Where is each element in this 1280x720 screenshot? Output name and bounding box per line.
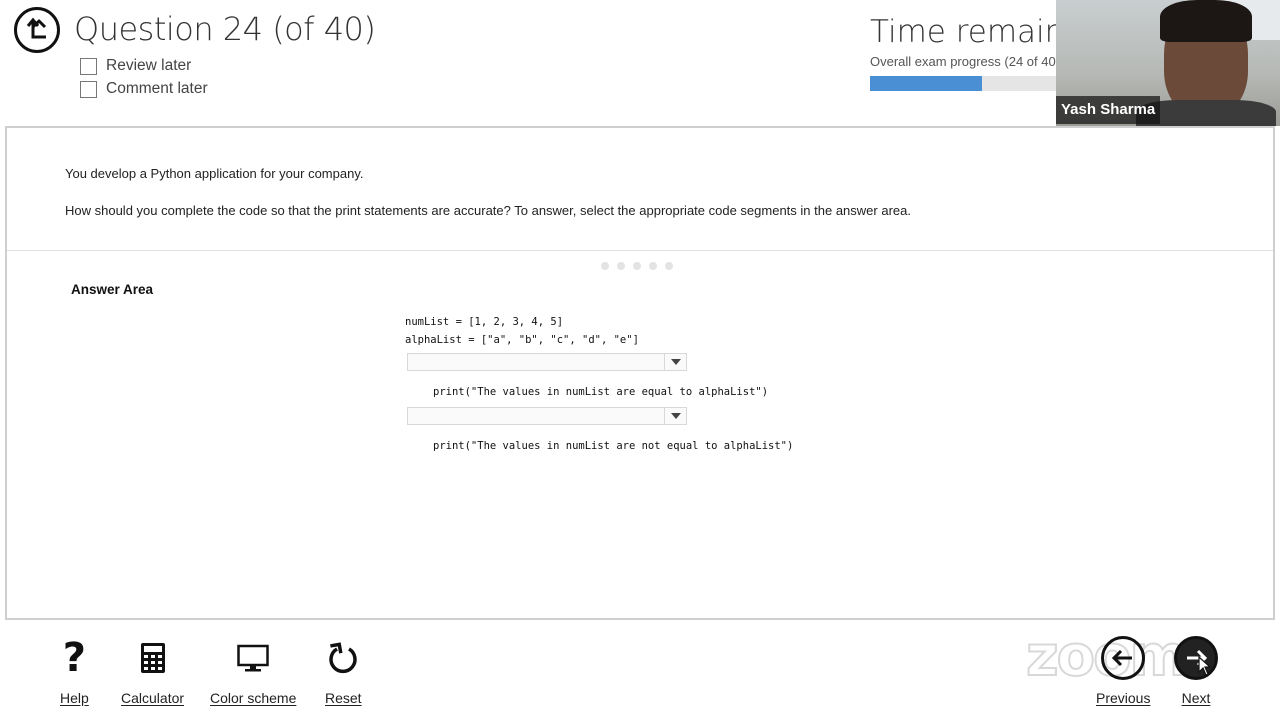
question-panel: You develop a Python application for you…: [5, 126, 1275, 620]
question-mark-icon: ?: [62, 635, 86, 681]
reset-label: Reset: [325, 690, 362, 706]
exam-progress-label: Overall exam progress (24 of 40): [870, 54, 1056, 69]
question-title: Question 24 (of 40): [74, 10, 376, 48]
arrow-left-icon: [1101, 636, 1146, 680]
up-arrow-icon: [26, 17, 47, 39]
review-later-checkbox[interactable]: Review later: [80, 57, 191, 75]
drag-handle-icon[interactable]: [601, 262, 673, 270]
question-prompt: How should you complete the code so that…: [65, 203, 911, 218]
exam-progress-bar: [870, 76, 1056, 91]
calculator-icon: [140, 636, 166, 680]
previous-button[interactable]: Previous: [1096, 636, 1150, 706]
help-button[interactable]: ? Help: [60, 636, 89, 706]
exam-footer: ? Help Calculator Color scheme Reset zoo…: [0, 622, 1280, 720]
question-intro: You develop a Python application for you…: [65, 166, 364, 181]
comment-later-checkbox[interactable]: Comment later: [80, 80, 208, 98]
exam-progress-fill: [870, 76, 982, 91]
time-remaining-label: Time remaining: [870, 14, 1056, 50]
chevron-down-icon: [664, 408, 686, 424]
participant-name: Yash Sharma: [1056, 96, 1161, 124]
review-later-label: Review later: [106, 57, 192, 74]
code-line-numlist: numList = [1, 2, 3, 4, 5]: [405, 316, 564, 328]
calculator-label: Calculator: [121, 690, 185, 706]
code-segment-dropdown-1[interactable]: [407, 353, 687, 371]
next-label: Next: [1181, 690, 1211, 706]
monitor-icon: [237, 636, 269, 680]
answer-area-heading: Answer Area: [71, 282, 154, 297]
code-line-print-not-equal: print("The values in numList are not equ…: [433, 440, 794, 452]
participant-hair: [1160, 0, 1252, 42]
previous-label: Previous: [1096, 690, 1151, 706]
comment-later-label: Comment later: [106, 80, 208, 97]
reset-button[interactable]: Reset: [325, 636, 362, 706]
help-label: Help: [60, 690, 89, 706]
code-segment-dropdown-2[interactable]: [407, 407, 687, 425]
mouse-cursor-icon: [1198, 656, 1212, 676]
section-divider: [7, 250, 1273, 251]
reset-icon: [327, 636, 359, 680]
calculator-button[interactable]: Calculator: [121, 636, 184, 706]
code-line-alphalist: alphaList = ["a", "b", "c", "d", "e"]: [405, 334, 639, 346]
back-button[interactable]: [14, 7, 60, 53]
code-line-print-equal: print("The values in numList are equal t…: [433, 386, 769, 398]
participant-video: Yash Sharma: [1056, 0, 1280, 126]
color-scheme-label: Color scheme: [210, 690, 297, 706]
checkbox-icon: [80, 80, 97, 98]
checkbox-icon: [80, 57, 97, 75]
chevron-down-icon: [664, 354, 686, 370]
color-scheme-button[interactable]: Color scheme: [210, 636, 296, 706]
